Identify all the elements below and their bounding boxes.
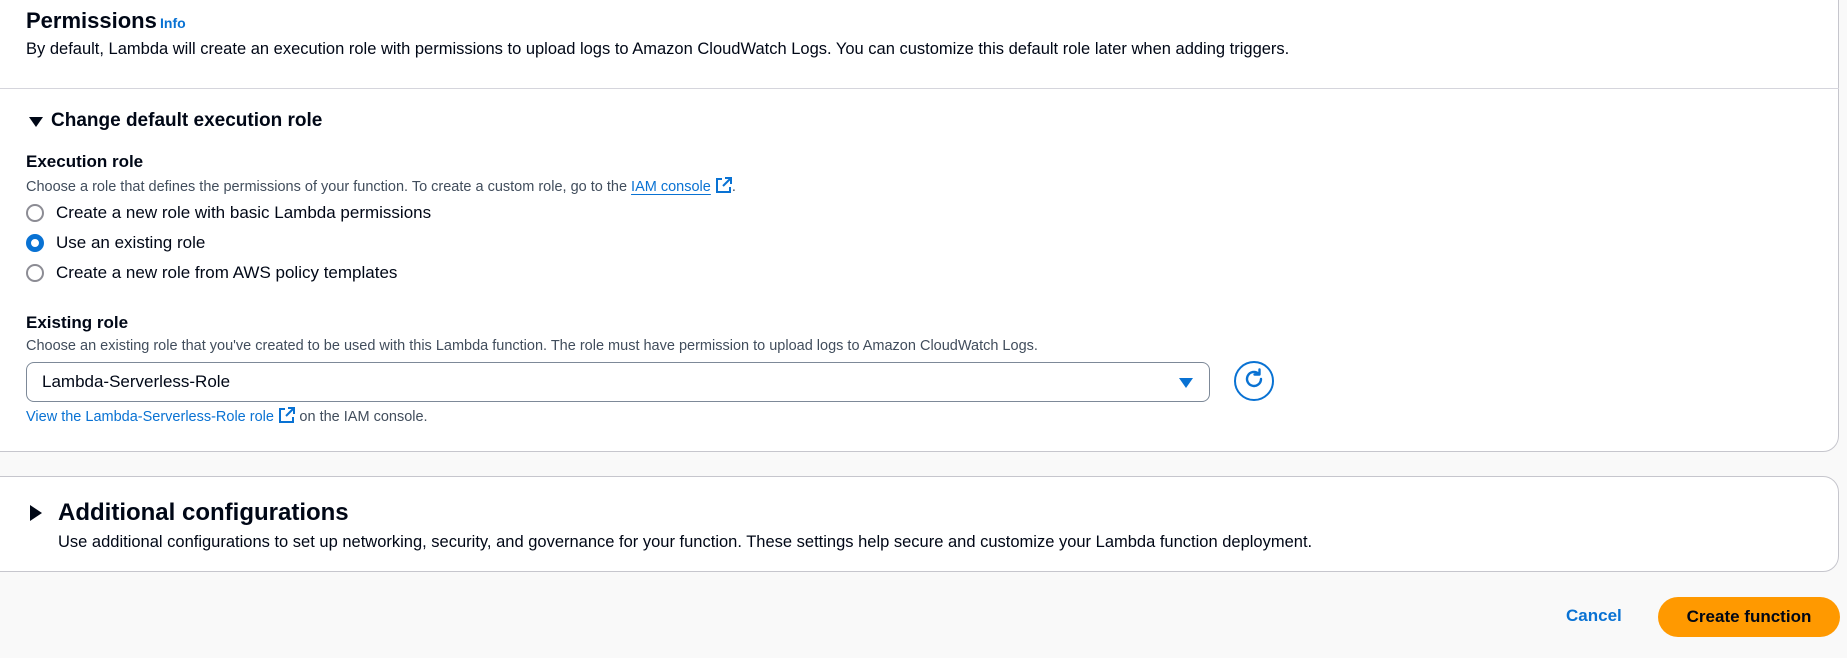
radio-label: Create a new role from AWS policy templa… [56,263,398,282]
select-value: Lambda-Serverless-Role [42,372,231,391]
existing-role-hint: Choose an existing role that you've crea… [26,338,1038,354]
info-link[interactable]: Info [160,15,186,31]
caret-down-icon [29,117,43,127]
external-link-icon [715,177,732,198]
hint-text: Choose a role that defines the permissio… [26,179,632,195]
divider [0,88,1839,89]
cancel-button[interactable]: Cancel [1566,606,1622,626]
execution-role-hint: Choose a role that defines the permissio… [26,177,736,198]
radio-button[interactable] [26,204,44,222]
permissions-description: By default, Lambda will create an execut… [26,40,1290,58]
view-role-suffix: on the IAM console. [299,409,428,425]
caret-right-icon [30,505,42,521]
existing-role-label: Existing role [26,313,129,332]
additional-configurations-description: Use additional configurations to set up … [58,533,1313,551]
refresh-button[interactable] [1234,361,1274,401]
change-role-title: Change default execution role [51,110,323,131]
radio-label: Use an existing role [56,233,206,252]
radio-button-selected[interactable] [26,234,44,252]
create-function-button[interactable]: Create function [1658,597,1840,637]
refresh-icon [1242,367,1266,396]
external-link-icon[interactable] [278,407,295,429]
permissions-title: Permissions [26,8,157,33]
hint-period: . [731,179,736,195]
view-role-line: View the Lambda-Serverless-Role role on … [26,407,428,429]
radio-button[interactable] [26,264,44,282]
chevron-down-icon [1179,378,1193,388]
radio-label: Create a new role with basic Lambda perm… [56,203,432,222]
view-role-link[interactable]: View the Lambda-Serverless-Role role [26,409,274,425]
additional-configurations-title: Additional configurations [58,499,349,526]
existing-role-select[interactable]: Lambda-Serverless-Role [26,362,1210,402]
iam-console-link[interactable]: IAM console [631,179,711,195]
execution-role-label: Execution role [26,152,144,171]
